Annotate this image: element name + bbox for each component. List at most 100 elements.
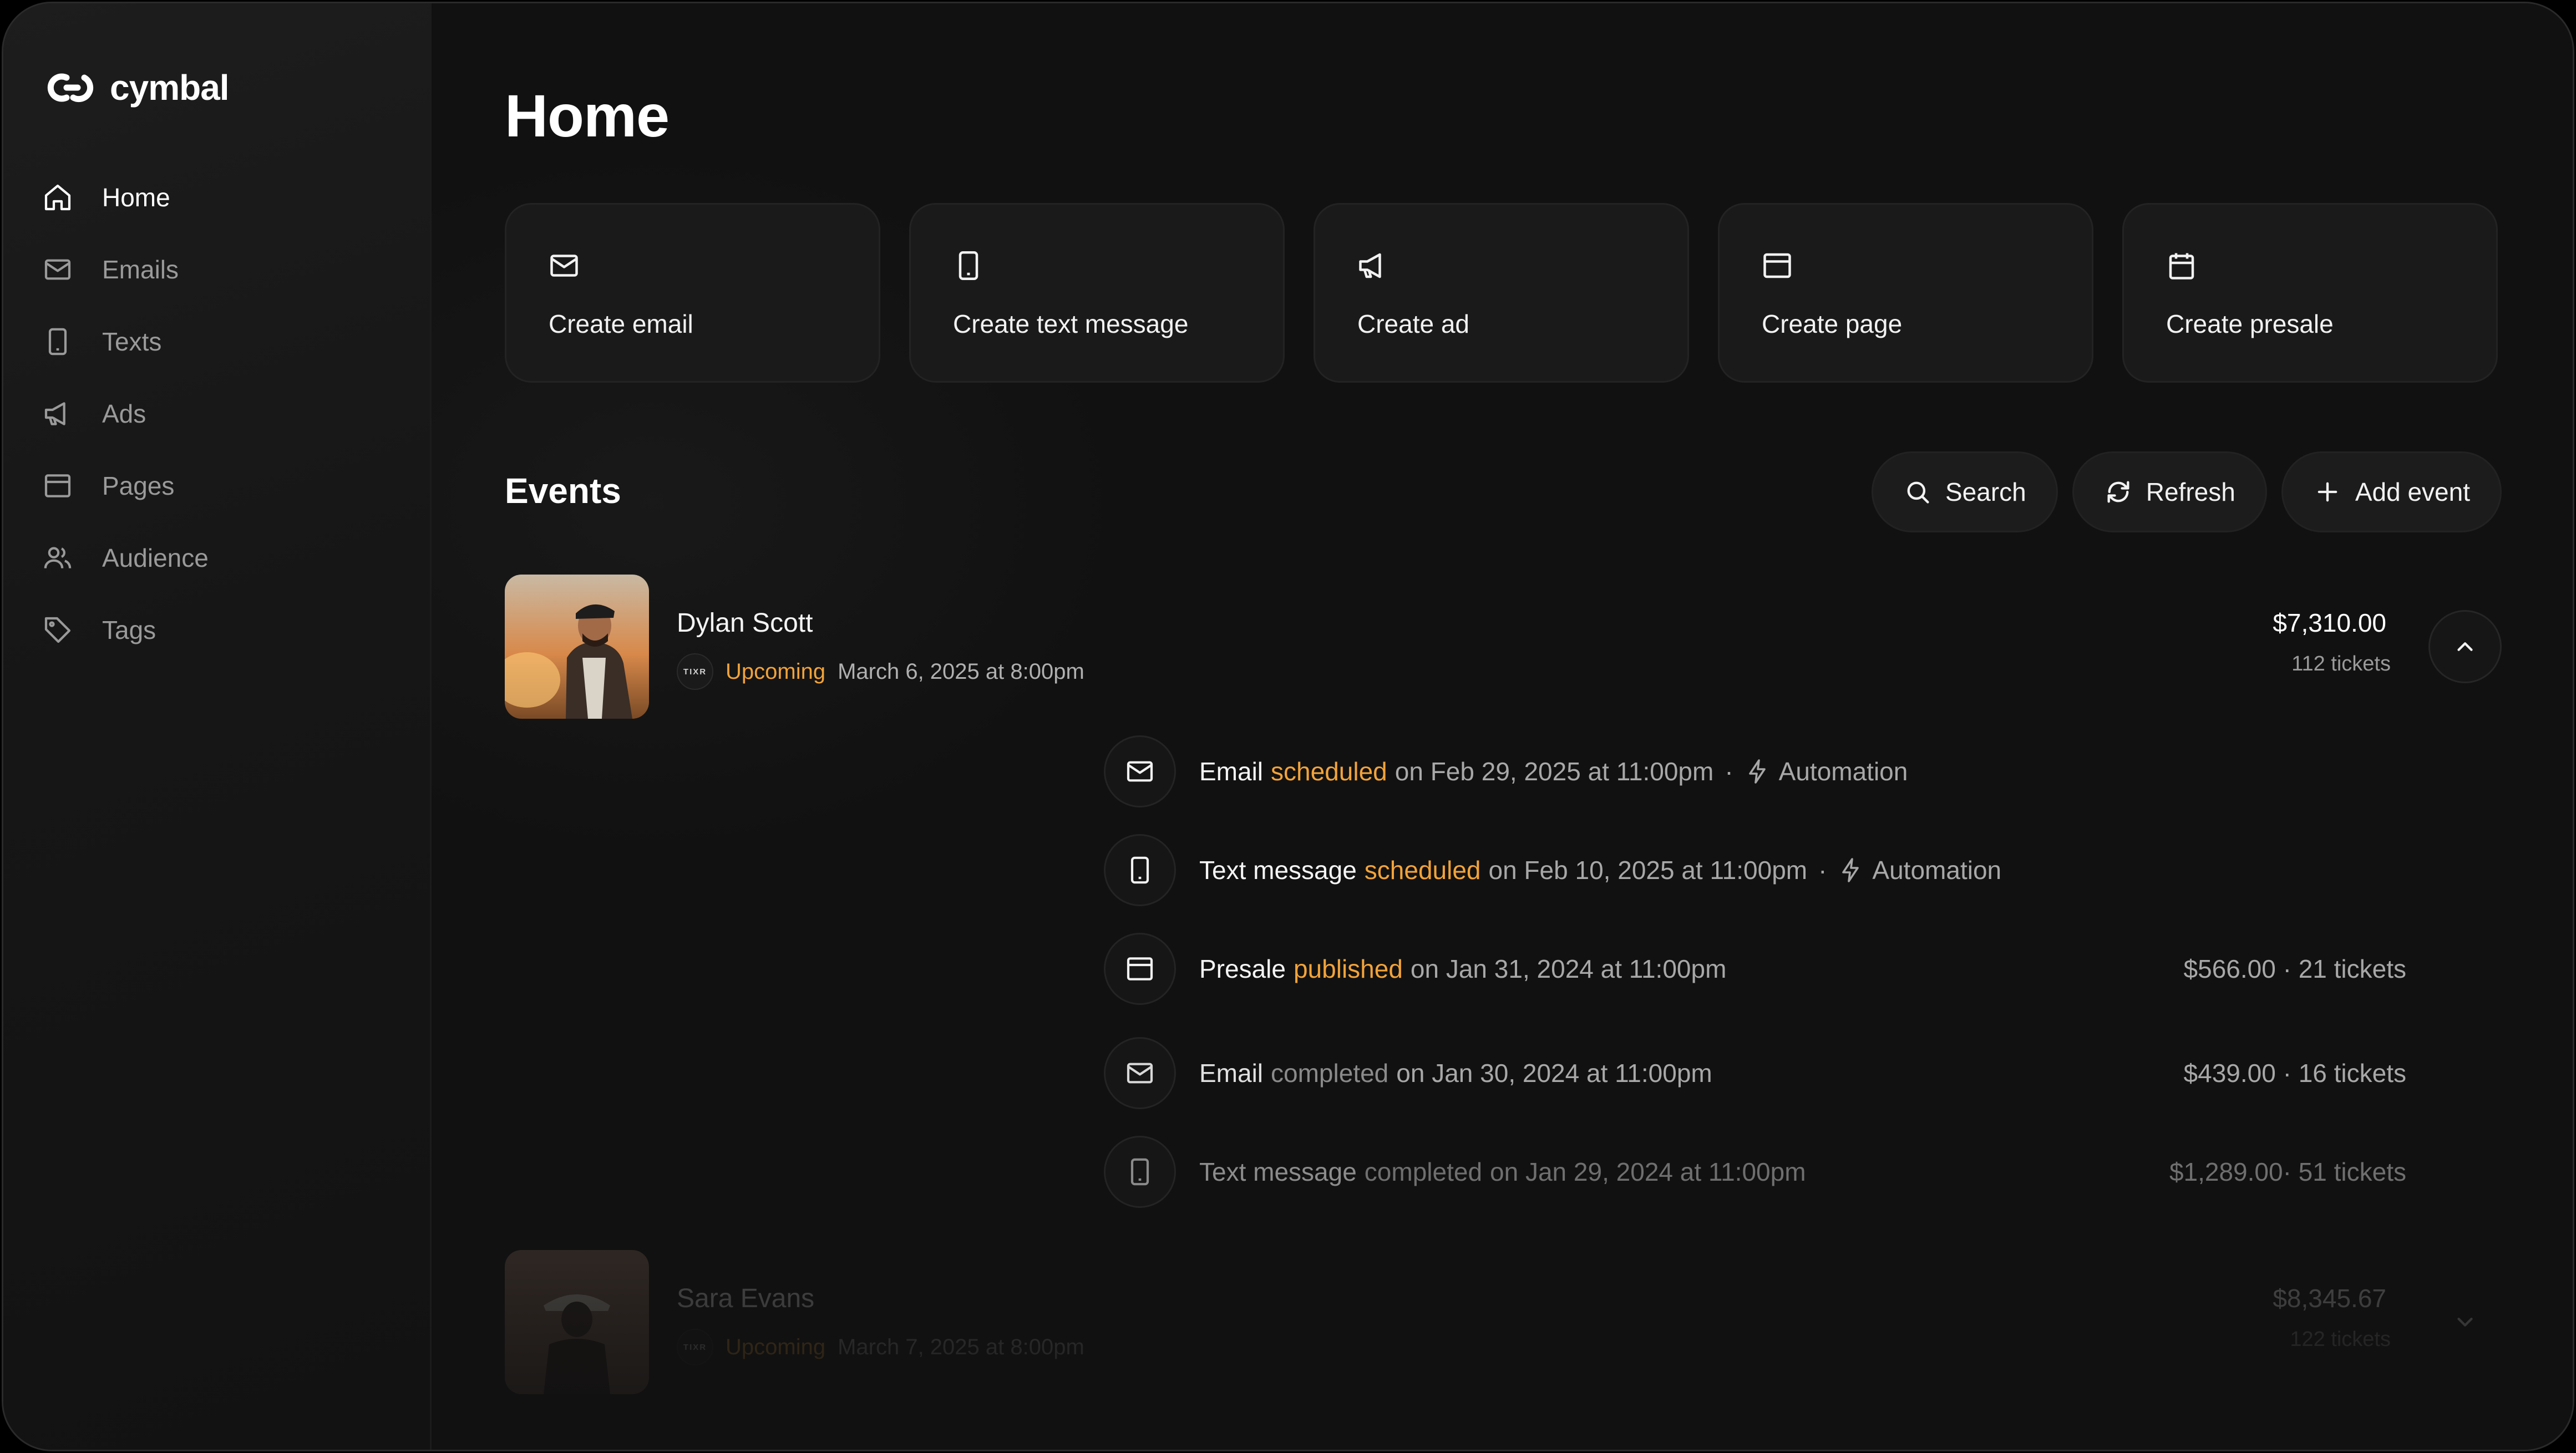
mail-icon: [1127, 761, 1153, 782]
event-meta: TIXR Upcoming March 6, 2025 at 8:00pm: [677, 653, 1084, 690]
activity-when: on Jan 31, 2024 at 11:00pm: [1410, 954, 1727, 983]
mail-icon: [550, 255, 578, 277]
brand-logo[interactable]: cymbal: [44, 65, 230, 110]
users-icon: [44, 547, 72, 568]
megaphone-icon: [1359, 253, 1381, 278]
event-name[interactable]: Sara Evans: [677, 1283, 814, 1314]
tixr-logo: TIXR: [677, 653, 713, 690]
search-icon: [1907, 481, 1929, 504]
search-button[interactable]: Search: [1872, 451, 2058, 532]
activity-revenue: $1,289.00· 51 tickets: [2169, 1157, 2406, 1186]
card-label: Create page: [1762, 309, 1903, 338]
create-email-card[interactable]: Create email: [505, 203, 880, 383]
expand-button[interactable]: [2428, 1286, 2502, 1359]
event-thumbnail[interactable]: [505, 1250, 649, 1394]
activity-icon: [1104, 933, 1176, 1005]
activity-type: Email: [1199, 757, 1264, 786]
card-label: Create text message: [953, 309, 1189, 338]
activity-text: Presale published on Jan 31, 2024 at 11:…: [1199, 954, 1726, 984]
page-title: Home: [505, 82, 670, 149]
create-text-message-card[interactable]: Create text message: [909, 203, 1285, 383]
activity-when: on Feb 29, 2025 at 11:00pm: [1395, 757, 1714, 786]
activity-tag: Automation: [1872, 856, 2002, 885]
activity-state: scheduled: [1364, 856, 1481, 885]
sidebar-item-emails[interactable]: Emails: [42, 233, 209, 306]
activity-icon: [1104, 1136, 1176, 1208]
tag-icon: [44, 617, 71, 643]
phone-icon: [959, 251, 978, 280]
tixr-logo: TIXR: [677, 1329, 713, 1365]
sidebar-item-label: Texts: [102, 327, 162, 356]
activity-type: Email: [1199, 1059, 1264, 1088]
activity-text: Email completed on Jan 30, 2024 at 11:00…: [1199, 1058, 1712, 1088]
add-event-button[interactable]: Add event: [2281, 451, 2502, 532]
event-date: March 6, 2025 at 8:00pm: [838, 659, 1084, 684]
activity-icon: [1104, 735, 1176, 807]
collapse-button[interactable]: [2428, 610, 2502, 683]
sidebar-item-label: Emails: [102, 255, 179, 284]
activity-row[interactable]: Presale published on Jan 31, 2024 at 11:…: [1104, 933, 2406, 1005]
activity-row[interactable]: Text message completed on Jan 29, 2024 a…: [1104, 1136, 2406, 1208]
mail-icon: [44, 259, 71, 280]
refresh-icon: [2107, 481, 2129, 503]
events-heading: Events: [505, 471, 621, 511]
event-name[interactable]: Dylan Scott: [677, 608, 813, 638]
app-window: cymbal Home Emails Texts Ads Pages Audie…: [2, 2, 2574, 1451]
activity-state: completed: [1271, 1059, 1389, 1088]
chevron-up-icon: [2457, 642, 2473, 651]
activity-text: Email scheduled on Feb 29, 2025 at 11:00…: [1199, 756, 1908, 786]
event-status: Upcoming: [726, 1334, 826, 1359]
cymbal-logo-icon: [47, 73, 94, 103]
sidebar-item-pages[interactable]: Pages: [42, 450, 209, 522]
plus-icon: [2318, 482, 2337, 502]
sidebar-item-home[interactable]: Home: [42, 161, 209, 233]
sidebar-nav: Home Emails Texts Ads Pages Audience Tag…: [42, 161, 209, 666]
phone-icon: [1130, 856, 1149, 884]
activity-text: Text message scheduled on Feb 10, 2025 a…: [1199, 855, 2001, 885]
card-label: Create presale: [2166, 309, 2334, 338]
calendar-icon: [2169, 253, 2194, 280]
activity-when: on Jan 29, 2024 at 11:00pm: [1490, 1157, 1806, 1186]
quick-actions: Create email Create text message Create …: [505, 203, 2498, 383]
event-meta: TIXR Upcoming March 7, 2025 at 8:00pm: [677, 1329, 1084, 1365]
event-status: Upcoming: [726, 659, 826, 684]
sidebar-item-label: Pages: [102, 471, 175, 500]
sidebar-item-texts[interactable]: Texts: [42, 306, 209, 378]
chevron-down-icon: [2457, 1318, 2473, 1327]
sidebar-item-label: Ads: [102, 399, 146, 428]
events-toolbar: Search Refresh Add event: [1872, 451, 2502, 532]
activity-when: on Jan 30, 2024 at 11:00pm: [1396, 1059, 1712, 1088]
sidebar-item-label: Audience: [102, 543, 209, 572]
event-date: March 7, 2025 at 8:00pm: [838, 1334, 1084, 1359]
browser-icon: [44, 474, 71, 497]
lightning-icon: [1748, 759, 1766, 784]
create-presale-card[interactable]: Create presale: [2122, 203, 2498, 383]
browser-icon: [1763, 253, 1791, 278]
activity-row[interactable]: Text message scheduled on Feb 10, 2025 a…: [1104, 834, 2406, 906]
activity-state: published: [1293, 954, 1403, 983]
activity-type: Presale: [1199, 954, 1286, 983]
create-page-card[interactable]: Create page: [1718, 203, 2093, 383]
sidebar-item-label: Tags: [102, 616, 156, 644]
phone-icon: [1130, 1158, 1149, 1186]
separator-dot: ·: [1725, 757, 1733, 786]
phone-icon: [48, 328, 67, 355]
event-tickets: 112 tickets: [2291, 652, 2391, 675]
activity-row[interactable]: Email completed on Jan 30, 2024 at 11:00…: [1104, 1037, 2406, 1109]
separator-dot: ·: [1818, 856, 1827, 885]
mail-icon: [1127, 1063, 1153, 1084]
card-label: Create email: [549, 309, 693, 338]
sidebar-item-ads[interactable]: Ads: [42, 378, 209, 450]
sidebar-item-audience[interactable]: Audience: [42, 522, 209, 594]
create-ad-card[interactable]: Create ad: [1314, 203, 1689, 383]
activity-icon: [1104, 834, 1176, 906]
activity-row[interactable]: Email scheduled on Feb 29, 2025 at 11:00…: [1104, 735, 2406, 807]
activity-type: Text message: [1199, 856, 1357, 885]
refresh-button[interactable]: Refresh: [2072, 451, 2267, 532]
sidebar-item-tags[interactable]: Tags: [42, 594, 209, 666]
event-thumbnail[interactable]: [505, 575, 649, 719]
activity-when: on Feb 10, 2025 at 11:00pm: [1488, 856, 1808, 885]
event-amount: $8,345.67: [2273, 1284, 2386, 1313]
browser-icon: [1127, 957, 1153, 980]
sidebar: cymbal Home Emails Texts Ads Pages Audie…: [3, 3, 432, 1450]
